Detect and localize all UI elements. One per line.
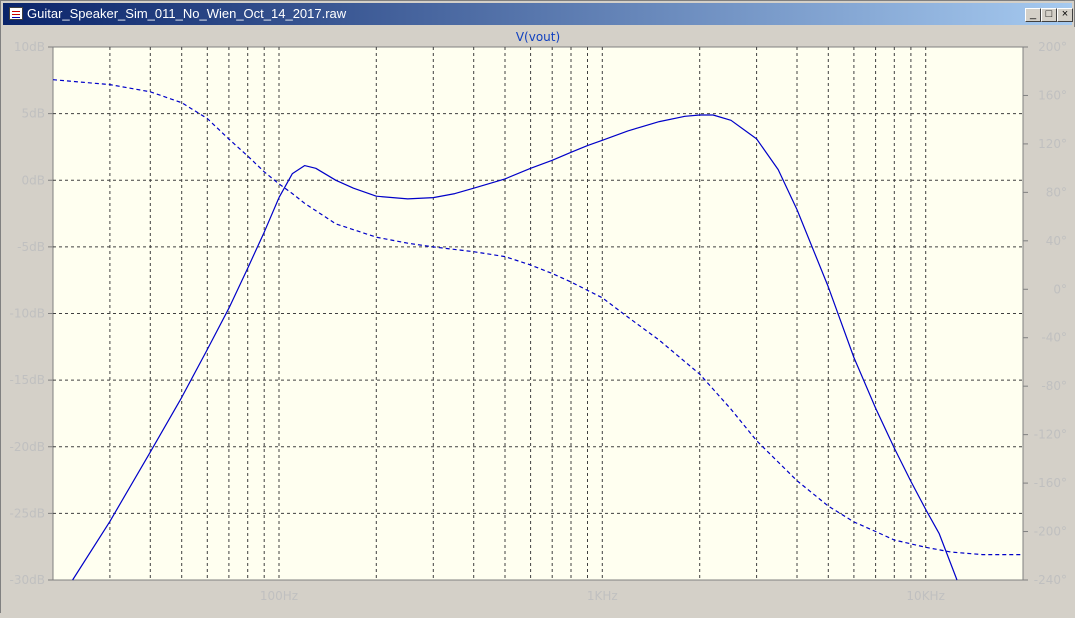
bode-plot[interactable]: V(vout) 10dB 5dB 0dB -5dB -10dB -15dB -20dB -25d… <box>1 27 1075 614</box>
y-right-tick-label: -240° <box>1034 573 1067 587</box>
y-right-tick-label: 160° <box>1038 88 1067 102</box>
y-left-tick-label: -15dB <box>10 373 45 387</box>
close-button[interactable]: × <box>1057 8 1073 22</box>
y-right-tick-label: 200° <box>1038 40 1067 54</box>
y-left-tick-label: -5dB <box>17 240 45 254</box>
y-right-tick-label: 0° <box>1053 282 1067 296</box>
y-right-tick-label: -40° <box>1041 331 1067 345</box>
y-left-tick-label: -10dB <box>10 307 45 321</box>
y-right-tick-label: 40° <box>1046 234 1067 248</box>
waveform-app-icon[interactable] <box>9 7 23 20</box>
title-bar[interactable]: Guitar_Speaker_Sim_011_No_Wien_Oct_14_20… <box>3 3 1073 25</box>
x-tick-label: 100Hz <box>260 589 298 603</box>
y-right-tick-label: 120° <box>1038 137 1067 151</box>
y-left-tick-label: 10dB <box>14 40 45 54</box>
y-left-tick-label: 5dB <box>22 107 45 121</box>
y-right-tick-label: -200° <box>1034 525 1067 539</box>
y-right-tick-label: 80° <box>1046 185 1067 199</box>
y-right-tick-label: -160° <box>1034 476 1067 490</box>
y-right-tick-label: -80° <box>1041 379 1067 393</box>
plot-window: Guitar_Speaker_Sim_011_No_Wien_Oct_14_20… <box>0 0 1075 614</box>
plot-area: V(vout) 10dB 5dB 0dB -5dB -10dB -15dB -20dB -25d… <box>1 27 1075 614</box>
maximize-button[interactable]: □ <box>1041 8 1057 22</box>
chart-title: V(vout) <box>516 30 560 44</box>
y-left-tick-label: -20dB <box>10 440 45 454</box>
window-title: Guitar_Speaker_Sim_011_No_Wien_Oct_14_20… <box>27 6 347 21</box>
minimize-button[interactable]: _ <box>1025 8 1041 22</box>
y-left-tick-label: 0dB <box>22 173 45 187</box>
y-right-tick-label: -120° <box>1034 428 1067 442</box>
y-left-tick-label: -25dB <box>10 506 45 520</box>
x-tick-label: 10KHz <box>906 589 944 603</box>
x-tick-label: 1KHz <box>587 589 618 603</box>
y-left-tick-label: -30dB <box>10 573 45 587</box>
